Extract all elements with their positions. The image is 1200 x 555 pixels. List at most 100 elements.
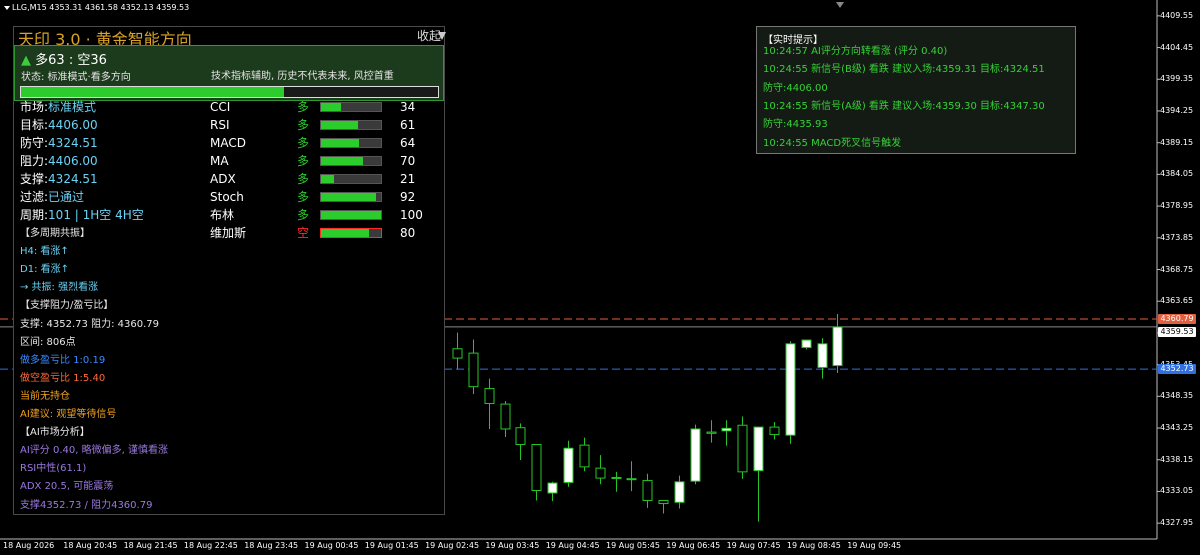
time-tick-label: 19 Aug 00:45 <box>304 541 359 550</box>
time-tick-label: 19 Aug 09:45 <box>847 541 902 550</box>
time-tick-label: 18 Aug 21:45 <box>123 541 178 550</box>
analysis-line: → 共振: 强烈看涨 <box>20 282 99 294</box>
indicator-score-bar <box>320 138 382 148</box>
analysis-line: 【支撑阻力/盈亏比】 <box>20 300 114 312</box>
time-tick-label: 19 Aug 02:45 <box>425 541 480 550</box>
indicator-direction: 多 <box>297 208 310 222</box>
candle-body <box>515 427 526 446</box>
indicator-score: 34 <box>400 100 416 114</box>
time-tick-label: 18 Aug 22:45 <box>183 541 238 550</box>
symbol-quote: LLG,M15 4353.31 4361.58 4352.13 4359.53 <box>12 3 190 12</box>
price-tick-label: 4384.05 <box>1160 169 1194 179</box>
indicator-score-bar <box>320 228 382 238</box>
analysis-line: AI建议: 观望等待信号 <box>20 409 117 420</box>
indicator-score-fill <box>321 211 381 219</box>
chart-menu-icon[interactable] <box>4 5 10 10</box>
candle-body <box>595 467 606 479</box>
info-key: 支撑: <box>20 172 49 186</box>
analysis-line: 【多周期共振】 <box>20 228 90 239</box>
indicator-direction: 多 <box>297 118 310 132</box>
indicator-name: MACD <box>210 136 246 150</box>
indicator-score-fill <box>321 229 369 237</box>
info-key: 市场: <box>20 100 49 114</box>
candle-body <box>769 426 780 436</box>
analysis-line: D1: 看涨↑ <box>20 264 69 276</box>
indicator-name: ADX <box>210 172 236 186</box>
candle-body <box>674 481 685 503</box>
price-tick-label: 4338.15 <box>1160 454 1194 464</box>
price-tick-label: 4394.25 <box>1160 105 1194 115</box>
indicator-score-bar <box>320 174 382 184</box>
candle-body <box>579 444 590 468</box>
indicator-name: RSI <box>210 118 230 132</box>
analysis-line: 支撑: 4352.73 阻力: 4360.79 <box>20 318 159 330</box>
analysis-line: 支撑4352.73 / 阻力4360.79 <box>20 499 153 511</box>
info-value: 4406.00 <box>48 118 98 132</box>
info-value: 4324.51 <box>48 136 98 150</box>
indicator-score: 64 <box>400 136 416 150</box>
indicator-score-bar <box>320 156 382 166</box>
price-tick-label: 4363.65 <box>1160 296 1194 306</box>
up-arrow-icon: ▲ <box>21 53 31 68</box>
alert-line: 10:24:57 AI评分方向转看涨 (评分 0.40) <box>763 46 948 57</box>
indicator-name: 维加斯 <box>210 226 247 240</box>
analysis-line: RSI中性(61.1) <box>20 463 87 475</box>
indicator-direction: 多 <box>297 100 310 114</box>
indicator-score-fill <box>321 193 377 201</box>
bull-strength-fill <box>21 87 284 97</box>
indicator-direction: 多 <box>297 190 310 204</box>
indicator-score: 70 <box>400 154 416 168</box>
indicator-score-bar <box>320 120 382 130</box>
price-tag: 4359.53 <box>1158 326 1196 337</box>
candle-body <box>832 326 843 367</box>
info-row: 过滤:已通过 <box>20 190 84 204</box>
ratio-text: 多63 : 空36 <box>35 53 107 68</box>
indicator-direction: 多 <box>297 172 310 186</box>
indicator-score: 92 <box>400 190 416 204</box>
candle-body <box>500 403 511 430</box>
analysis-line: H4: 看涨↑ <box>20 246 69 258</box>
direction-status-box: ▲ 多63 : 空36 状态: 标准模式·看多方向 技术指标辅助, 历史不代表未… <box>14 45 444 101</box>
analysis-line: AI评分 0.40, 略微偏多, 谨慎看涨 <box>20 445 168 457</box>
one-click-trading-toggle-icon[interactable] <box>836 2 844 8</box>
alert-line: 防守:4435.93 <box>763 119 828 131</box>
time-tick-label: 19 Aug 01:45 <box>364 541 419 550</box>
alert-line: 10:24:55 新信号(A级) 看跌 建议入场:4359.30 目标:4347… <box>763 100 1045 112</box>
info-row: 目标:4406.00 <box>20 118 98 132</box>
indicator-score-fill <box>321 103 342 111</box>
price-tick-label: 4327.95 <box>1160 518 1194 528</box>
time-tick-label: 19 Aug 07:45 <box>726 541 781 550</box>
price-tick-label: 4404.45 <box>1160 42 1194 52</box>
candle-body <box>801 339 812 349</box>
status-text: 状态: 标准模式·看多方向 <box>21 72 131 83</box>
info-value: 101 | 1H空 4H空 <box>48 208 144 222</box>
disclaimer-text: 技术指标辅助, 历史不代表未来, 风控首重 <box>211 71 394 82</box>
candle-body <box>817 343 828 368</box>
candle-body <box>737 424 748 473</box>
time-tick-label: 18 Aug 2026 <box>3 541 55 550</box>
info-key: 目标: <box>20 118 49 132</box>
price-tick-label: 4348.35 <box>1160 391 1194 401</box>
time-tick-label: 19 Aug 03:45 <box>485 541 540 550</box>
candle-body <box>468 352 479 388</box>
candle-body <box>547 482 558 494</box>
analysis-line: 当前无持仓 <box>20 390 70 402</box>
collapse-arrow-icon[interactable] <box>438 32 446 40</box>
info-value: 标准模式 <box>48 100 97 114</box>
chart-header: LLG,M15 4353.31 4361.58 4352.13 4359.53 <box>4 3 189 12</box>
price-tick-label: 4409.55 <box>1160 10 1194 20</box>
info-key: 阻力: <box>20 154 49 168</box>
time-tick-label: 19 Aug 05:45 <box>606 541 660 550</box>
indicator-score: 21 <box>400 172 416 186</box>
time-tick-label: 18 Aug 20:45 <box>63 541 118 550</box>
candle-body <box>626 478 637 481</box>
analysis-line: 区间: 806点 <box>20 336 76 348</box>
info-key: 周期: <box>20 208 49 222</box>
price-tick-label: 4399.35 <box>1160 74 1194 84</box>
candle-body <box>452 348 463 359</box>
info-key: 过滤: <box>20 190 49 204</box>
analysis-line: ADX 20.5, 可能震荡 <box>20 481 114 493</box>
price-tick-label: 4373.85 <box>1160 232 1194 242</box>
indicator-direction: 多 <box>297 154 310 168</box>
indicator-score: 100 <box>400 208 423 222</box>
